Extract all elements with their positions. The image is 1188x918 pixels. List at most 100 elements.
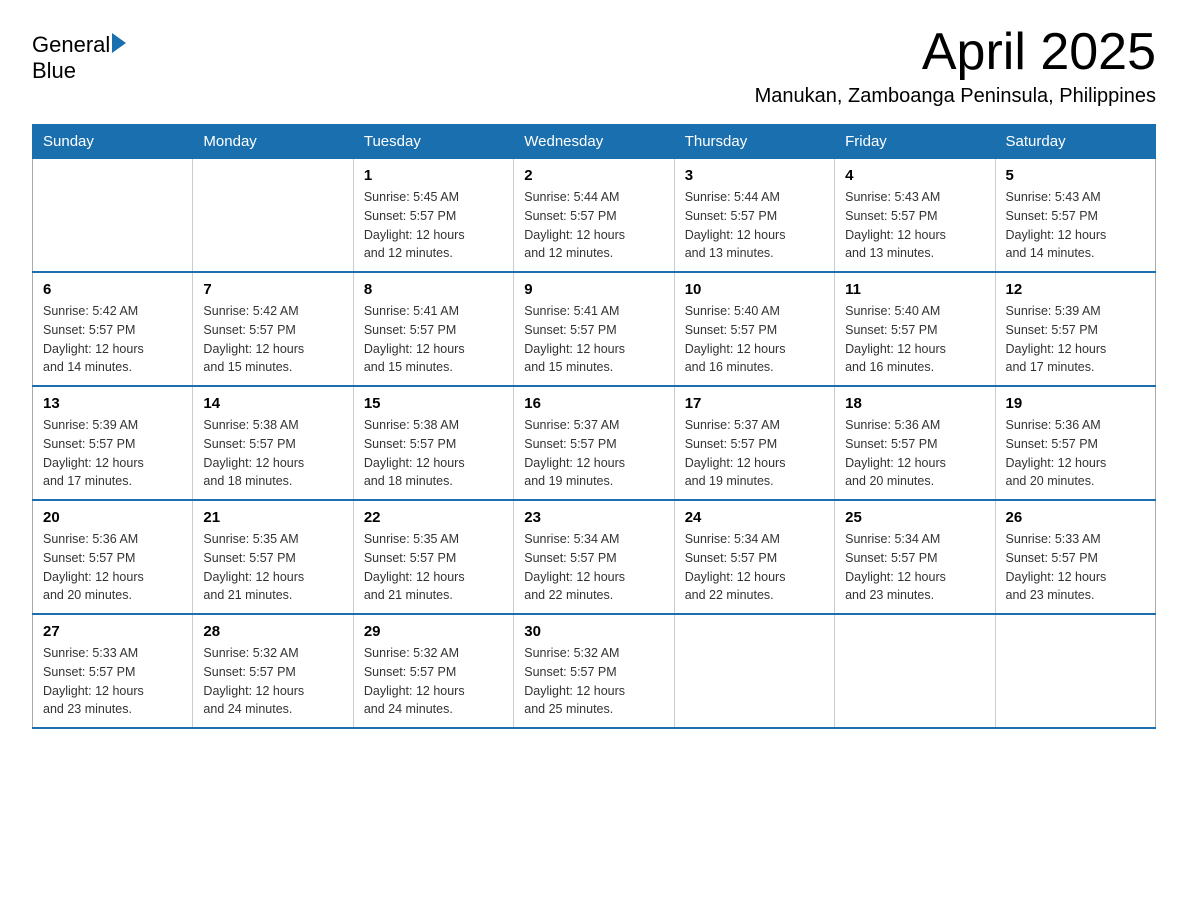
day-info: Sunrise: 5:40 AM Sunset: 5:57 PM Dayligh… <box>845 302 984 377</box>
weekday-header-saturday: Saturday <box>995 125 1155 159</box>
day-info: Sunrise: 5:36 AM Sunset: 5:57 PM Dayligh… <box>1006 416 1145 491</box>
calendar-week-row: 1 Sunrise: 5:45 AM Sunset: 5:57 PM Daylig… <box>33 159 1156 273</box>
calendar-cell: 22Sunrise: 5:35 AM Sunset: 5:57 PM Dayli… <box>353 500 513 614</box>
day-info: Sunrise: 5:41 AM Sunset: 5:57 PM Dayligh… <box>364 302 503 377</box>
day-number: 15 <box>364 395 503 412</box>
calendar-week-row: 6 Sunrise: 5:42 AM Sunset: 5:57 PM Daylig… <box>33 272 1156 386</box>
day-info: Sunrise: 5:45 AM Sunset: 5:57 PM Dayligh… <box>364 188 503 263</box>
calendar-week-row: 13 Sunrise: 5:39 AM Sunset: 5:57 PM Dayli… <box>33 386 1156 500</box>
day-number: 7 <box>203 281 342 298</box>
day-info: Sunrise: 5:41 AM Sunset: 5:57 PM Dayligh… <box>524 302 663 377</box>
day-number: 19 <box>1006 395 1145 412</box>
day-info: Sunrise: 5:44 AM Sunset: 5:57 PM Dayligh… <box>685 188 824 263</box>
calendar-table: SundayMondayTuesdayWednesdayThursdayFrid… <box>32 124 1156 729</box>
day-number: 12 <box>1006 281 1145 298</box>
day-number: 16 <box>524 395 663 412</box>
calendar-subtitle: Manukan, Zamboanga Peninsula, Philippine… <box>755 85 1156 108</box>
day-number: 17 <box>685 395 824 412</box>
day-info: Sunrise: 5:32 AM Sunset: 5:57 PM Dayligh… <box>524 644 663 719</box>
day-info: Sunrise: 5:34 AM Sunset: 5:57 PM Dayligh… <box>524 530 663 605</box>
logo-arrow-icon <box>112 33 126 53</box>
calendar-cell: 9 Sunrise: 5:41 AM Sunset: 5:57 PM Daylig… <box>514 272 674 386</box>
calendar-cell: 3 Sunrise: 5:44 AM Sunset: 5:57 PM Daylig… <box>674 159 834 273</box>
calendar-cell: 18 Sunrise: 5:36 AM Sunset: 5:57 PM Dayli… <box>835 386 995 500</box>
calendar-cell: 17 Sunrise: 5:37 AM Sunset: 5:57 PM Dayli… <box>674 386 834 500</box>
day-number: 3 <box>685 167 824 184</box>
calendar-cell <box>33 159 193 273</box>
calendar-cell: 14 Sunrise: 5:38 AM Sunset: 5:57 PM Dayli… <box>193 386 353 500</box>
calendar-cell: 21Sunrise: 5:35 AM Sunset: 5:57 PM Dayli… <box>193 500 353 614</box>
day-number: 27 <box>43 623 182 640</box>
calendar-cell: 2Sunrise: 5:44 AM Sunset: 5:57 PM Daylig… <box>514 159 674 273</box>
calendar-week-row: 20 Sunrise: 5:36 AM Sunset: 5:57 PM Dayli… <box>33 500 1156 614</box>
day-info: Sunrise: 5:34 AM Sunset: 5:57 PM Dayligh… <box>685 530 824 605</box>
day-info: Sunrise: 5:38 AM Sunset: 5:57 PM Dayligh… <box>203 416 342 491</box>
calendar-cell: 6 Sunrise: 5:42 AM Sunset: 5:57 PM Daylig… <box>33 272 193 386</box>
day-number: 24 <box>685 509 824 526</box>
calendar-cell: 29Sunrise: 5:32 AM Sunset: 5:57 PM Dayli… <box>353 614 513 728</box>
calendar-cell: 27 Sunrise: 5:33 AM Sunset: 5:57 PM Dayli… <box>33 614 193 728</box>
day-number: 13 <box>43 395 182 412</box>
day-number: 5 <box>1006 167 1145 184</box>
day-info: Sunrise: 5:35 AM Sunset: 5:57 PM Dayligh… <box>364 530 503 605</box>
day-number: 1 <box>364 167 503 184</box>
day-number: 20 <box>43 509 182 526</box>
calendar-cell: 28Sunrise: 5:32 AM Sunset: 5:57 PM Dayli… <box>193 614 353 728</box>
day-number: 4 <box>845 167 984 184</box>
calendar-cell <box>193 159 353 273</box>
page-header: General Blue April 2025 Manukan, Zamboan… <box>32 24 1156 108</box>
calendar-cell: 5Sunrise: 5:43 AM Sunset: 5:57 PM Daylig… <box>995 159 1155 273</box>
day-number: 26 <box>1006 509 1145 526</box>
weekday-header-tuesday: Tuesday <box>353 125 513 159</box>
calendar-cell <box>995 614 1155 728</box>
calendar-cell: 16 Sunrise: 5:37 AM Sunset: 5:57 PM Dayli… <box>514 386 674 500</box>
day-info: Sunrise: 5:43 AM Sunset: 5:57 PM Dayligh… <box>845 188 984 263</box>
weekday-header-thursday: Thursday <box>674 125 834 159</box>
logo-general-text: General <box>32 32 110 58</box>
calendar-cell: 19 Sunrise: 5:36 AM Sunset: 5:57 PM Dayli… <box>995 386 1155 500</box>
calendar-cell: 25Sunrise: 5:34 AM Sunset: 5:57 PM Dayli… <box>835 500 995 614</box>
calendar-cell: 15 Sunrise: 5:38 AM Sunset: 5:57 PM Dayli… <box>353 386 513 500</box>
calendar-cell: 23 Sunrise: 5:34 AM Sunset: 5:57 PM Dayli… <box>514 500 674 614</box>
calendar-cell: 7 Sunrise: 5:42 AM Sunset: 5:57 PM Daylig… <box>193 272 353 386</box>
day-number: 14 <box>203 395 342 412</box>
calendar-cell <box>835 614 995 728</box>
day-info: Sunrise: 5:39 AM Sunset: 5:57 PM Dayligh… <box>1006 302 1145 377</box>
calendar-title: April 2025 <box>755 24 1156 81</box>
logo: General Blue <box>32 32 126 85</box>
day-number: 6 <box>43 281 182 298</box>
weekday-header-wednesday: Wednesday <box>514 125 674 159</box>
day-number: 11 <box>845 281 984 298</box>
day-info: Sunrise: 5:37 AM Sunset: 5:57 PM Dayligh… <box>524 416 663 491</box>
calendar-cell: 10Sunrise: 5:40 AM Sunset: 5:57 PM Dayli… <box>674 272 834 386</box>
calendar-cell: 20 Sunrise: 5:36 AM Sunset: 5:57 PM Dayli… <box>33 500 193 614</box>
weekday-header-friday: Friday <box>835 125 995 159</box>
calendar-cell: 26Sunrise: 5:33 AM Sunset: 5:57 PM Dayli… <box>995 500 1155 614</box>
day-number: 8 <box>364 281 503 298</box>
weekday-header-monday: Monday <box>193 125 353 159</box>
day-info: Sunrise: 5:36 AM Sunset: 5:57 PM Dayligh… <box>845 416 984 491</box>
calendar-cell: 24 Sunrise: 5:34 AM Sunset: 5:57 PM Dayli… <box>674 500 834 614</box>
day-number: 2 <box>524 167 663 184</box>
day-number: 29 <box>364 623 503 640</box>
day-info: Sunrise: 5:42 AM Sunset: 5:57 PM Dayligh… <box>43 302 182 377</box>
calendar-cell: 13 Sunrise: 5:39 AM Sunset: 5:57 PM Dayli… <box>33 386 193 500</box>
day-number: 28 <box>203 623 342 640</box>
day-info: Sunrise: 5:33 AM Sunset: 5:57 PM Dayligh… <box>43 644 182 719</box>
day-info: Sunrise: 5:42 AM Sunset: 5:57 PM Dayligh… <box>203 302 342 377</box>
calendar-cell: 12 Sunrise: 5:39 AM Sunset: 5:57 PM Dayli… <box>995 272 1155 386</box>
calendar-cell: 1 Sunrise: 5:45 AM Sunset: 5:57 PM Daylig… <box>353 159 513 273</box>
day-info: Sunrise: 5:36 AM Sunset: 5:57 PM Dayligh… <box>43 530 182 605</box>
day-info: Sunrise: 5:39 AM Sunset: 5:57 PM Dayligh… <box>43 416 182 491</box>
day-number: 9 <box>524 281 663 298</box>
day-number: 21 <box>203 509 342 526</box>
weekday-header-sunday: Sunday <box>33 125 193 159</box>
day-info: Sunrise: 5:37 AM Sunset: 5:57 PM Dayligh… <box>685 416 824 491</box>
calendar-week-row: 27 Sunrise: 5:33 AM Sunset: 5:57 PM Dayli… <box>33 614 1156 728</box>
day-info: Sunrise: 5:38 AM Sunset: 5:57 PM Dayligh… <box>364 416 503 491</box>
calendar-cell: 4 Sunrise: 5:43 AM Sunset: 5:57 PM Daylig… <box>835 159 995 273</box>
day-number: 18 <box>845 395 984 412</box>
title-block: April 2025 Manukan, Zamboanga Peninsula,… <box>755 24 1156 108</box>
day-info: Sunrise: 5:40 AM Sunset: 5:57 PM Dayligh… <box>685 302 824 377</box>
day-number: 23 <box>524 509 663 526</box>
